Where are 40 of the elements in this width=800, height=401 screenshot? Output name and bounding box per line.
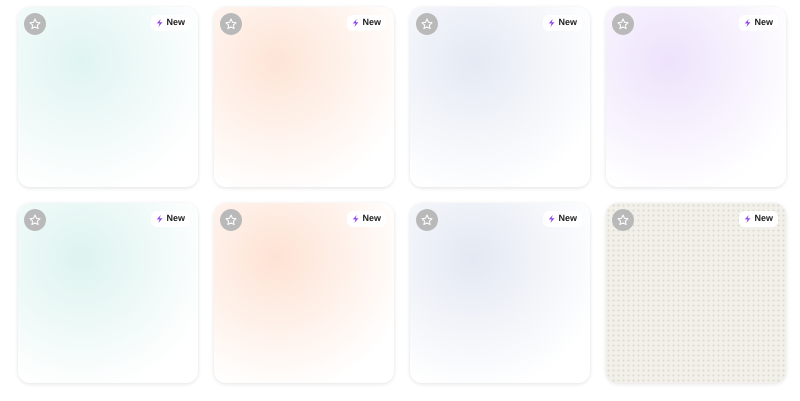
star-button[interactable]: [24, 13, 46, 35]
star-button[interactable]: [24, 209, 46, 231]
star-button[interactable]: [220, 209, 242, 231]
sparkle-icon: [352, 18, 360, 27]
star-icon: [225, 214, 237, 226]
new-label: New: [558, 212, 577, 225]
gradient-card[interactable]: New: [410, 203, 590, 383]
gradient-card[interactable]: New: [606, 7, 786, 187]
new-label: New: [362, 212, 381, 225]
star-button[interactable]: [416, 209, 438, 231]
pattern-card[interactable]: New: [606, 203, 786, 383]
new-label: New: [166, 16, 185, 29]
sparkle-icon: [744, 18, 752, 27]
new-label: New: [754, 16, 773, 29]
sparkle-icon: [548, 18, 556, 27]
star-button[interactable]: [612, 209, 634, 231]
new-label: New: [166, 212, 185, 225]
star-icon: [225, 18, 237, 30]
sparkle-icon: [744, 214, 752, 223]
star-icon: [617, 214, 629, 226]
sparkle-icon: [548, 214, 556, 223]
gradient-card[interactable]: New: [410, 7, 590, 187]
gradient-card[interactable]: New: [18, 7, 198, 187]
sparkle-icon: [352, 214, 360, 223]
star-icon: [617, 18, 629, 30]
star-icon: [29, 214, 41, 226]
new-label: New: [754, 212, 773, 225]
star-icon: [421, 18, 433, 30]
sparkle-icon: [156, 214, 164, 223]
new-label: New: [558, 16, 577, 29]
sparkle-icon: [156, 18, 164, 27]
star-button[interactable]: [416, 13, 438, 35]
gradient-card[interactable]: New: [214, 7, 394, 187]
star-icon: [421, 214, 433, 226]
new-label: New: [362, 16, 381, 29]
gradient-card[interactable]: New: [214, 203, 394, 383]
gradient-card[interactable]: New: [18, 203, 198, 383]
star-button[interactable]: [220, 13, 242, 35]
star-button[interactable]: [612, 13, 634, 35]
star-icon: [29, 18, 41, 30]
